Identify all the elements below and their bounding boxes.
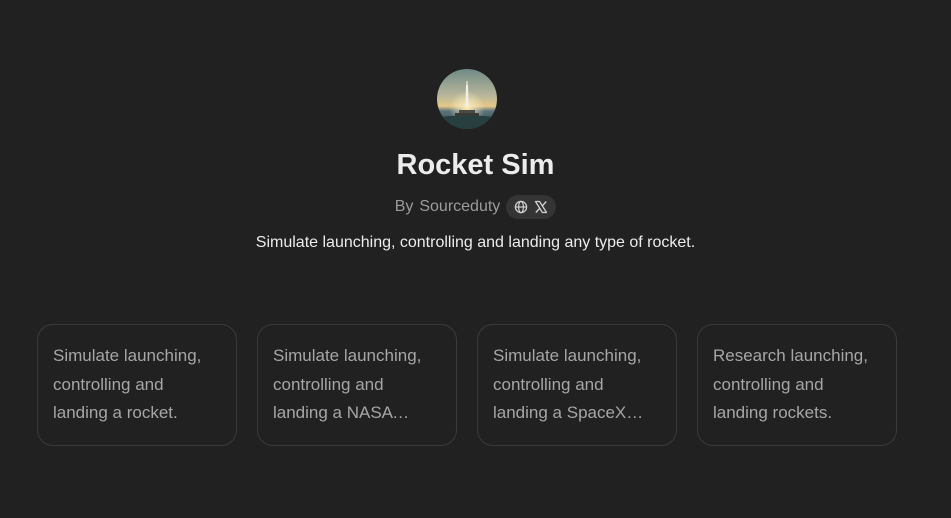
- gpt-avatar: [437, 69, 497, 129]
- rocket-launch-image: [437, 69, 497, 129]
- x-logo-icon[interactable]: [534, 200, 548, 214]
- starter-card[interactable]: Research launching, controlling and land…: [697, 324, 897, 446]
- globe-icon-graphic: [515, 200, 528, 214]
- x-logo-icon-graphic: [535, 200, 548, 214]
- starter-card[interactable]: Simulate launching, controlling and land…: [37, 324, 237, 446]
- gpt-intro-page: Rocket Sim By Sourceduty Simulate launch…: [0, 0, 951, 518]
- globe-icon[interactable]: [514, 200, 528, 214]
- author-prefix: By: [394, 198, 414, 215]
- author-links: [506, 195, 557, 219]
- starter-text: Simulate launching, controlling and land…: [493, 346, 642, 422]
- gpt-description: Simulate launching, controlling and land…: [255, 234, 696, 251]
- starter-text: Simulate launching, controlling and land…: [273, 346, 422, 422]
- author-name: Sourceduty: [419, 198, 501, 215]
- starter-card[interactable]: Simulate launching, controlling and land…: [257, 324, 457, 446]
- author-byline: By Sourceduty: [0, 195, 951, 219]
- gpt-title: Rocket Sim: [396, 149, 555, 181]
- starter-text: Research launching, controlling and land…: [713, 346, 868, 422]
- starter-text: Simulate launching, controlling and land…: [53, 346, 202, 422]
- starter-card[interactable]: Simulate launching, controlling and land…: [477, 324, 677, 446]
- conversation-starters: Simulate launching, controlling and land…: [37, 324, 897, 446]
